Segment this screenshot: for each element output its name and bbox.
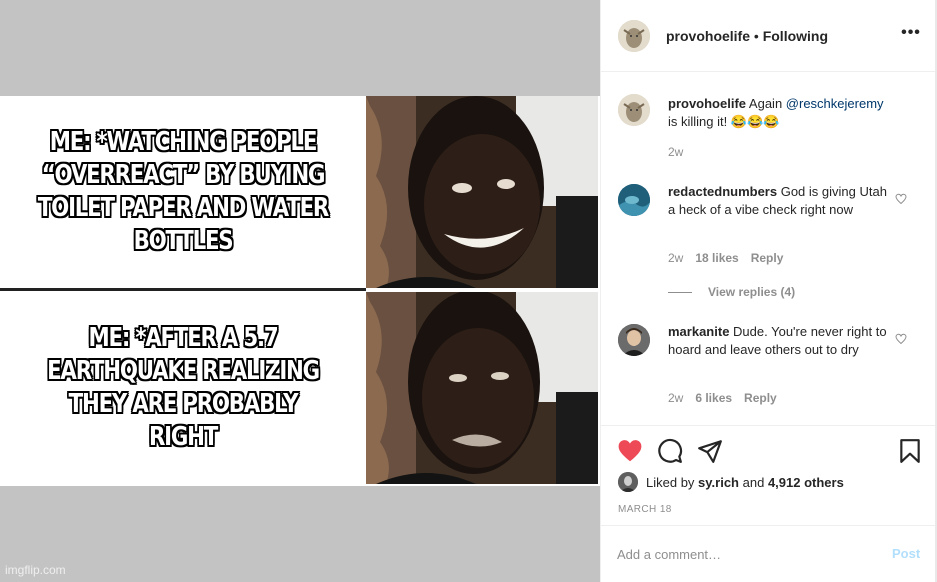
meme-image: ME: *WATCHING PEOPLE “OVERREACT” BY BUYI… bbox=[0, 96, 600, 486]
comment-likes[interactable]: 18 likes bbox=[695, 251, 738, 265]
add-comment-input[interactable] bbox=[617, 544, 877, 564]
caption-text-after: is killing it! 😂😂😂 bbox=[668, 114, 780, 129]
comment-time[interactable]: 2w bbox=[668, 391, 683, 405]
caption-text-before: Again bbox=[748, 96, 783, 111]
comment-meta: 2w 18 likes Reply bbox=[668, 251, 795, 265]
comment-username[interactable]: markanite bbox=[668, 324, 729, 339]
follow-status[interactable]: Following bbox=[763, 28, 828, 44]
view-replies-label: View replies (4) bbox=[708, 285, 796, 299]
post-side-panel: provohoelife • Following ••• provohoelif… bbox=[600, 0, 936, 582]
more-options-icon[interactable]: ••• bbox=[901, 25, 921, 46]
meme-panel-top: ME: *WATCHING PEOPLE “OVERREACT” BY BUYI… bbox=[0, 96, 600, 288]
comment-time[interactable]: 2w bbox=[668, 251, 683, 265]
comment-like-icon[interactable] bbox=[895, 333, 907, 345]
heart-filled-icon[interactable] bbox=[617, 438, 643, 464]
meme-caption-top: ME: *WATCHING PEOPLE “OVERREACT” BY BUYI… bbox=[37, 126, 330, 256]
caption-avatar[interactable] bbox=[618, 94, 650, 126]
header-user: provohoelife • Following bbox=[666, 28, 828, 44]
comment-text: redactednumbers God is giving Utah a hec… bbox=[668, 183, 893, 219]
meme-photo-disappointed bbox=[366, 292, 598, 484]
view-replies-button[interactable]: View replies (4) bbox=[668, 285, 795, 299]
comment-list[interactable]: provohoelife Again @reschkejeremy is kil… bbox=[601, 73, 936, 425]
caption-meta: 2w bbox=[668, 145, 695, 159]
post-actions: Liked by sy.rich and 4,912 others MARCH … bbox=[601, 425, 936, 525]
comment-reply-button[interactable]: Reply bbox=[744, 391, 777, 405]
share-icon[interactable] bbox=[697, 438, 723, 464]
view-replies-line bbox=[668, 292, 692, 294]
header-separator: • bbox=[750, 28, 763, 44]
comment-username[interactable]: redactednumbers bbox=[668, 184, 777, 199]
meme-divider bbox=[0, 288, 366, 291]
watermark: imgflip.com bbox=[5, 563, 66, 577]
author-username[interactable]: provohoelife bbox=[666, 28, 750, 44]
caption-mention[interactable]: @reschkejeremy bbox=[786, 96, 884, 111]
liked-by-and: and bbox=[742, 475, 765, 490]
author-avatar[interactable] bbox=[618, 20, 650, 52]
post-button[interactable]: Post bbox=[892, 546, 920, 561]
post-date[interactable]: MARCH 18 bbox=[618, 504, 672, 515]
comment-avatar[interactable] bbox=[618, 184, 650, 216]
add-comment-bar: Post bbox=[601, 525, 936, 582]
comment-text: markanite Dude. You're never right to ho… bbox=[668, 323, 893, 359]
comment-icon[interactable] bbox=[657, 438, 683, 464]
caption-username[interactable]: provohoelife bbox=[668, 96, 746, 111]
post-media[interactable]: ME: *WATCHING PEOPLE “OVERREACT” BY BUYI… bbox=[0, 0, 600, 582]
liked-by-prefix: Liked by bbox=[646, 475, 695, 490]
post-header: provohoelife • Following ••• bbox=[601, 0, 936, 72]
meme-panel-bottom: ME: *AFTER A 5.7 EARTHQUAKE REALIZING TH… bbox=[0, 292, 600, 484]
comment-reply-button[interactable]: Reply bbox=[751, 251, 784, 265]
caption-time[interactable]: 2w bbox=[668, 145, 683, 159]
comment-avatar[interactable] bbox=[618, 324, 650, 356]
meme-caption-bottom: ME: *AFTER A 5.7 EARTHQUAKE REALIZING TH… bbox=[47, 322, 321, 452]
bookmark-icon[interactable] bbox=[897, 438, 923, 464]
comment-like-icon[interactable] bbox=[895, 193, 907, 205]
liked-by-others[interactable]: 4,912 others bbox=[768, 475, 844, 490]
liked-by-user[interactable]: sy.rich bbox=[698, 475, 739, 490]
comment-meta: 2w 6 likes Reply bbox=[668, 391, 789, 405]
comment-likes[interactable]: 6 likes bbox=[695, 391, 732, 405]
meme-photo-smiling bbox=[366, 96, 598, 288]
caption-text: provohoelife Again @reschkejeremy is kil… bbox=[668, 95, 893, 131]
liked-by-avatar[interactable] bbox=[618, 472, 638, 492]
